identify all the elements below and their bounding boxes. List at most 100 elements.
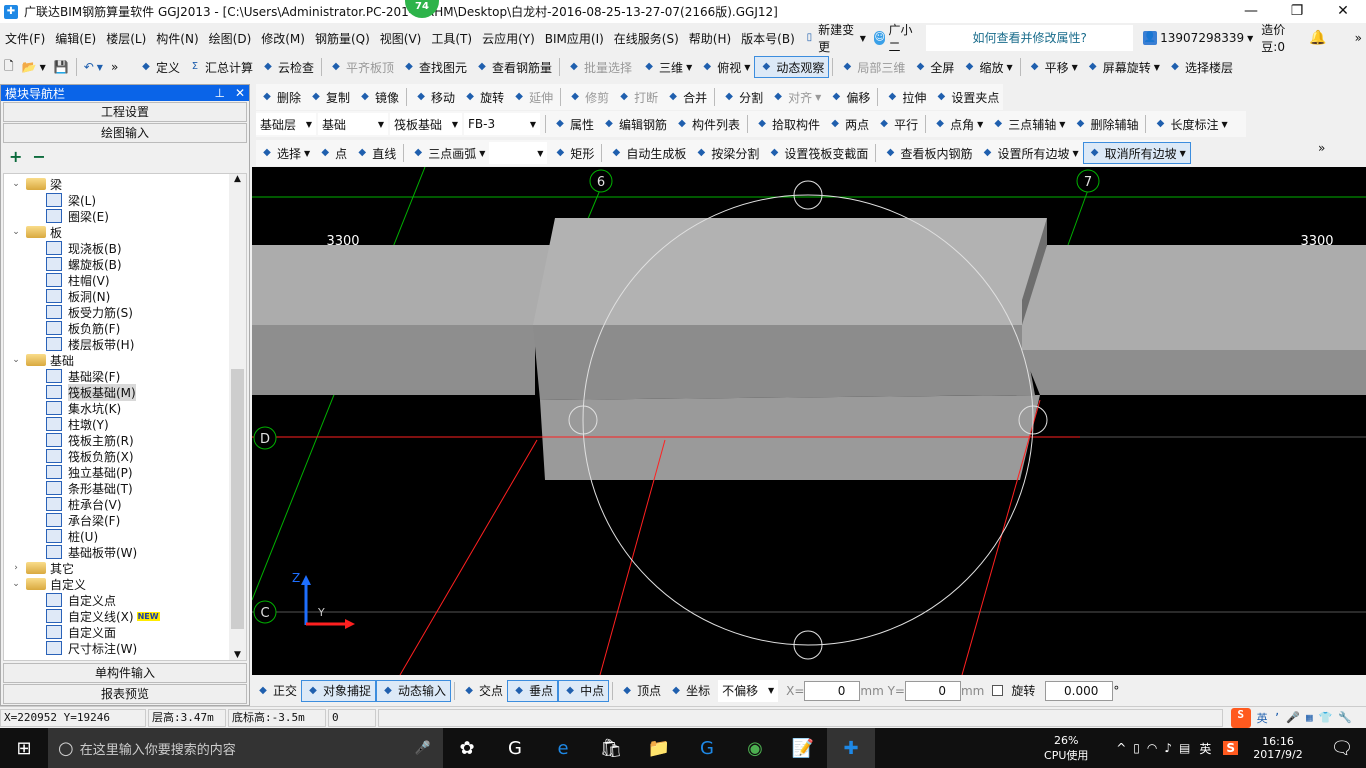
- report-preview-button[interactable]: 报表预览: [3, 684, 247, 704]
- project-settings-button[interactable]: 工程设置: [3, 102, 247, 122]
- ggj-app-icon[interactable]: ✚: [827, 728, 875, 768]
- tree-item[interactable]: 筏板负筋(X): [46, 448, 134, 464]
- tree-item[interactable]: 自定义线(X) NEW: [46, 608, 160, 624]
- tree-item[interactable]: 柱墩(Y): [46, 416, 109, 432]
- menu-item[interactable]: 构件(N): [151, 30, 203, 47]
- help-question-link[interactable]: 如何查看并修改属性?: [926, 25, 1134, 51]
- windows-start-icon[interactable]: ⊞: [0, 728, 48, 768]
- type-select[interactable]: 筏板基础 ▼: [390, 113, 462, 135]
- dropdown-arrow-icon[interactable]: ▼: [479, 149, 485, 158]
- snap-button[interactable]: ◆ 对象捕捉: [301, 679, 377, 702]
- account-button[interactable]: 👤 13907298339 ▼: [1139, 27, 1257, 49]
- tree-item[interactable]: 集水坑(K): [46, 400, 121, 416]
- expand-all-icon[interactable]: +: [9, 147, 22, 166]
- component-button[interactable]: ◆ 长度标注 ▼: [1149, 113, 1231, 135]
- offset-mode-select[interactable]: 不偏移 ▼: [718, 679, 779, 702]
- dropdown-arrow-icon[interactable]: ▼: [1072, 149, 1078, 158]
- tree-item[interactable]: 筏板主筋(R): [46, 432, 134, 448]
- draw-toolbar-overflow[interactable]: »: [1318, 141, 1325, 155]
- tree-item[interactable]: 梁(L): [46, 192, 96, 208]
- store-icon[interactable]: 🛍: [587, 728, 635, 768]
- scroll-down-icon[interactable]: ▼: [229, 650, 246, 660]
- menu-item[interactable]: 钢筋量(Q): [310, 30, 375, 47]
- menu-item[interactable]: 云应用(Y): [477, 30, 540, 47]
- component-button[interactable]: ◆ 点角 ▼: [929, 113, 987, 135]
- component-button[interactable]: ◆ 平行: [873, 113, 922, 135]
- draw-button[interactable]: ◆ 选择 ▼: [256, 142, 314, 164]
- draw-button[interactable]: ◆ 矩形: [549, 142, 598, 164]
- edit-button[interactable]: ◆ 偏移: [825, 86, 874, 108]
- edit-button[interactable]: ◆ 移动: [410, 86, 459, 108]
- tree-item[interactable]: 自定义点: [46, 592, 116, 608]
- edit-button[interactable]: ◆ 修剪: [564, 86, 613, 108]
- dropdown-arrow-icon[interactable]: ▼: [1072, 63, 1078, 72]
- tree-item[interactable]: 板负筋(F): [46, 320, 120, 336]
- tree-item[interactable]: 条形基础(T): [46, 480, 133, 496]
- menu-item[interactable]: 视图(V): [375, 30, 427, 47]
- edit-button[interactable]: ◆ 拉伸: [881, 86, 930, 108]
- tree-folder[interactable]: ⌄ 基础: [10, 352, 74, 368]
- view-button[interactable]: ◆ 缩放 ▼: [958, 56, 1016, 78]
- menu-item[interactable]: 帮助(H): [684, 30, 736, 47]
- dropdown-arrow-icon[interactable]: ▼: [1221, 120, 1227, 129]
- toolbar-button[interactable]: ◆ 批量选择: [563, 56, 636, 78]
- dropdown-arrow-icon[interactable]: ▼: [1180, 149, 1186, 158]
- draw-button[interactable]: ◆ 查看板内钢筋: [879, 142, 976, 164]
- 3d-viewport[interactable]: 6 7 D C 3300 3300 Z Y: [251, 166, 1366, 676]
- green-app-icon[interactable]: ◉: [731, 728, 779, 768]
- more-button[interactable]: »: [1351, 27, 1366, 49]
- slab-side-left[interactable]: [252, 325, 535, 395]
- component-button[interactable]: ◆ 属性: [549, 113, 598, 135]
- ime-language[interactable]: 英: [1257, 710, 1268, 726]
- drawing-input-button[interactable]: 绘图输入: [3, 123, 247, 143]
- sogou-icon[interactable]: S: [1230, 707, 1251, 728]
- maximize-button[interactable]: ❐: [1274, 0, 1320, 23]
- ime-tools-icons[interactable]: ʼ🎤▦👕🔧: [1274, 711, 1358, 724]
- snap-button[interactable]: ◆ 中点: [558, 679, 610, 702]
- notification-center-icon[interactable]: 🗨: [1318, 728, 1366, 768]
- dropdown-arrow-icon[interactable]: ▼: [977, 120, 983, 129]
- edit-button[interactable]: ◆ 对齐 ▼: [767, 86, 825, 108]
- category-select[interactable]: 基础 ▼: [318, 113, 388, 135]
- edit-button[interactable]: ◆ 镜像: [354, 86, 403, 108]
- dropdown-arrow-icon[interactable]: ▼: [686, 63, 692, 72]
- tree-item[interactable]: 尺寸标注(W): [46, 640, 137, 656]
- component-button[interactable]: ◆ 两点: [824, 113, 873, 135]
- snap-button[interactable]: ◆ 交点: [458, 680, 507, 702]
- tree-folder[interactable]: ⌄ 梁: [10, 176, 62, 192]
- dropdown-arrow-icon[interactable]: ▼: [815, 93, 821, 102]
- view-button[interactable]: ◆ 屏幕旋转 ▼: [1082, 56, 1164, 78]
- slab-front-right[interactable]: [1022, 350, 1366, 395]
- tree-item[interactable]: 自定义面: [46, 624, 116, 640]
- chevron-down-icon[interactable]: ⌄: [10, 227, 22, 237]
- draw-button[interactable]: ◆ 点: [314, 142, 351, 164]
- assistant-button[interactable]: ☺ 广小二: [870, 23, 922, 54]
- scroll-thumb[interactable]: [231, 369, 244, 629]
- snap-button[interactable]: ◆ 动态输入: [376, 679, 452, 702]
- tree-item[interactable]: 桩承台(V): [46, 496, 122, 512]
- tree-item[interactable]: 承台梁(F): [46, 512, 120, 528]
- tree-item[interactable]: 独立基础(P): [46, 464, 133, 480]
- edit-button[interactable]: ◆ 延伸: [508, 86, 557, 108]
- slab-front-center[interactable]: [533, 325, 1035, 400]
- view-button[interactable]: ◆ 全屏: [909, 56, 958, 78]
- component-select[interactable]: FB-3 ▼: [464, 113, 540, 135]
- toolbar-button[interactable]: ◆ 定义: [135, 56, 184, 78]
- minimize-button[interactable]: —: [1228, 0, 1274, 23]
- view-button[interactable]: ◆ 动态观察: [754, 56, 830, 78]
- menu-item[interactable]: 工具(T): [426, 30, 477, 47]
- snap-button[interactable]: ◆ 坐标: [665, 680, 714, 702]
- tree-folder[interactable]: ⌄ 板: [10, 224, 62, 240]
- component-button[interactable]: ◆ 三点辅轴 ▼: [987, 113, 1069, 135]
- toolbar-button[interactable]: Σ 汇总计算: [184, 56, 257, 78]
- toolbar-button[interactable]: ◆ 云检查: [257, 56, 318, 78]
- slab-top-center[interactable]: [533, 218, 1047, 325]
- edit-button[interactable]: ◆ 旋转: [459, 86, 508, 108]
- edit-button[interactable]: ◆ 分割: [718, 86, 767, 108]
- draw-button[interactable]: ◆ 取消所有边坡 ▼: [1082, 142, 1191, 164]
- component-button[interactable]: ◆ 构件列表: [671, 113, 744, 135]
- single-component-input-button[interactable]: 单构件输入: [3, 663, 247, 683]
- chevron-right-icon[interactable]: ›: [10, 563, 22, 573]
- view-button[interactable]: ◆ 三维 ▼: [638, 56, 696, 78]
- draw-button[interactable]: ◆ 按梁分割: [690, 142, 763, 164]
